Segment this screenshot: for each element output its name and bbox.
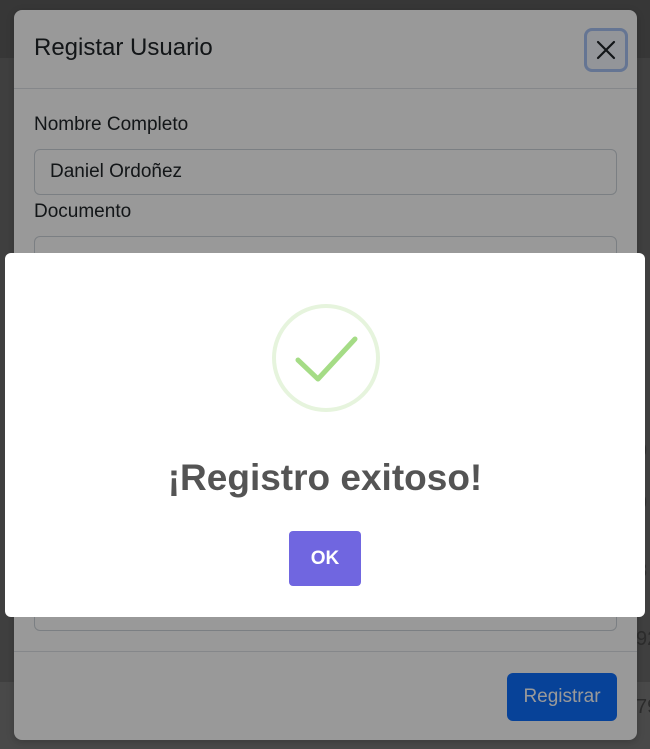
alert-title: ¡Registro exitoso!	[167, 457, 483, 498]
success-check-icon	[272, 304, 380, 412]
success-alert-popup: ¡Registro exitoso! OK	[5, 253, 645, 617]
ok-button[interactable]: OK	[289, 531, 361, 586]
